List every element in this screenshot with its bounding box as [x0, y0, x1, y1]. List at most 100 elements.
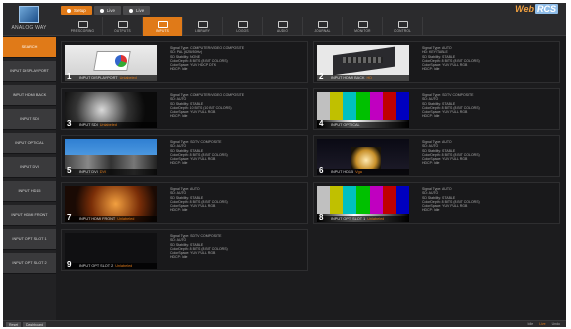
status-strip: Setup Live Live: [61, 6, 151, 15]
input-preview-thumbnail[interactable]: 4 INPUT OPTICAL: [317, 92, 409, 128]
audio-icon: [277, 20, 288, 28]
status-label: Live: [136, 8, 145, 13]
sidebar-item-search[interactable]: SEARCH: [3, 37, 56, 58]
sidebar-item-sdi[interactable]: INPUT SDI: [3, 109, 56, 130]
input-name: INPUT SDI Unlabeled: [79, 123, 117, 127]
tool-label: AUDIO: [276, 28, 289, 33]
sidebar-item-hdmi-front[interactable]: INPUT HDMI FRONT: [3, 205, 56, 226]
sidebar-item-optical[interactable]: INPUT OPTICAL: [3, 133, 56, 154]
tool-logos[interactable]: LOGOS: [223, 17, 263, 36]
input-preview-thumbnail[interactable]: 6 INPUT HD15 Vga: [317, 139, 409, 175]
logo-icon: [19, 6, 39, 23]
tool-label: LOGOS: [236, 28, 249, 33]
input-tag: DVI: [99, 170, 107, 174]
brand-badge: RCS: [534, 4, 558, 14]
header: ANALOG WAY Setup Live Live Web RCS PRESCO…: [3, 3, 566, 36]
input-name: INPUT DISPLAYPORT Unlabeled: [79, 76, 137, 80]
input-signal-info: Signal Type: AUTO SD: AUTO SD Stability: S…: [170, 187, 305, 213]
sidebar-item-opt-slot-2[interactable]: INPUT OPT SLOT 2: [3, 253, 56, 274]
status-dot-icon: [129, 8, 134, 13]
sidebar-item-opt-slot-1[interactable]: INPUT OPT SLOT 1: [3, 229, 56, 250]
input-name-text: INPUT DISPLAYPORT: [79, 76, 118, 80]
input-name-text: INPUT HD15: [331, 170, 354, 174]
tool-label: OUTPUTS: [114, 28, 131, 33]
input-card[interactable]: 2 INPUT HDMI BACK HD Signal Type: AUTO HD: K…: [313, 41, 560, 83]
tool-inputs[interactable]: INPUTS: [143, 17, 183, 36]
status-live-2[interactable]: Live: [123, 6, 151, 15]
input-tag: Unlabeled: [117, 217, 135, 221]
input-tag: Unlabeled: [367, 217, 385, 221]
input-signal-info: Signal Type: SDTV COMPOSITE SD: AUTO SD St…: [170, 140, 305, 166]
dashboard-button[interactable]: Dashboard: [23, 322, 47, 327]
input-preview-thumbnail[interactable]: 1 INPUT DISPLAYPORT Unlabeled: [65, 45, 157, 81]
tool-journal[interactable]: JOURNAL: [303, 17, 343, 36]
tool-label: LIBRARY: [195, 28, 210, 33]
footer: Reset Dashboard Idle Live Undo: [3, 320, 566, 327]
input-preview-thumbnail[interactable]: 3 INPUT SDI Unlabeled: [65, 92, 157, 128]
input-card[interactable]: 4 INPUT OPTICAL Signal Type: SDTV COMPOSIT…: [313, 88, 560, 130]
signal-info-line: HDCP: Idle: [422, 114, 440, 119]
tool-prescoring[interactable]: PRESCORING: [63, 17, 103, 36]
input-number: 1: [67, 72, 72, 81]
input-preview-thumbnail[interactable]: 9 INPUT OPT SLOT 2 Unlabeled: [65, 233, 157, 269]
brand-label: Web RCS: [515, 4, 558, 14]
input-signal-info: Signal Type: AUTO SD: AUTO SD Stability: S…: [422, 187, 557, 213]
tool-outputs[interactable]: OUTPUTS: [103, 17, 143, 36]
sidebar-item-dvi[interactable]: INPUT DVI: [3, 157, 56, 178]
sidebar-item-hd15[interactable]: INPUT HD15: [3, 181, 56, 202]
logo-text: ANALOG WAY: [11, 25, 47, 31]
logo-icon: [237, 20, 248, 28]
input-name-text: INPUT OPT SLOT 2: [79, 264, 114, 268]
input-name-text: INPUT SDI: [79, 123, 98, 127]
input-card[interactable]: 9 INPUT OPT SLOT 2 Unlabeled Signal Type: S…: [61, 229, 308, 271]
brand-prefix: Web: [515, 4, 534, 14]
reset-button[interactable]: Reset: [6, 322, 22, 327]
logo: ANALOG WAY: [5, 5, 53, 35]
input-signal-info: Signal Type: SDTV COMPOSITE SD: AUTO SD St…: [170, 234, 305, 260]
input-card[interactable]: 6 INPUT HD15 Vga Signal Type: AUTO SD: AUTO S…: [313, 135, 560, 177]
signal-info-line: HDCP: Idle: [170, 208, 188, 213]
input-card[interactable]: 3 INPUT SDI Unlabeled Signal Type: COMPUTER…: [61, 88, 308, 130]
input-number: 5: [67, 166, 72, 175]
input-preview-thumbnail[interactable]: 2 INPUT HDMI BACK HD: [317, 45, 409, 81]
input-preview-thumbnail[interactable]: 5 INPUT DVI DVI: [65, 139, 157, 175]
sidebar-item-hdmi-back[interactable]: INPUT HDMI BACK: [3, 85, 56, 106]
input-card[interactable]: 5 INPUT DVI DVI Signal Type: SDTV COMPOSITE…: [61, 135, 308, 177]
input-tag: Unlabeled: [119, 76, 137, 80]
status-dot-icon: [67, 8, 71, 13]
input-preview-thumbnail[interactable]: 8 INPUT OPT SLOT 1 Unlabeled: [317, 186, 409, 222]
footer-status-idle: Idle: [527, 322, 534, 326]
tool-label: JOURNAL: [314, 28, 331, 33]
signal-info-line: HDCP: Idle: [422, 208, 440, 213]
input-signal-info: Signal Type: COMPUTER/VIDEO COMPOSITE SD:…: [170, 93, 305, 119]
gear-icon: [397, 20, 408, 28]
signal-info-line: HDCP: Idle: [422, 67, 440, 72]
tool-monitor[interactable]: MONITOR: [343, 17, 383, 36]
input-signal-info: Signal Type: COMPUTER/VIDEO COMPOSITE SD:…: [170, 46, 305, 72]
input-name: INPUT DVI DVI: [79, 170, 106, 174]
input-signal-info: Signal Type: AUTO SD: AUTO SD Stability: S…: [422, 140, 557, 166]
monitor-icon: [77, 20, 88, 28]
sidebar-item-displayport[interactable]: INPUT DISPLAYPORT: [3, 61, 56, 82]
input-name-text: INPUT OPT SLOT 1: [331, 217, 366, 221]
footer-status-undo: Undo: [551, 322, 560, 326]
input-tag: Unlabeled: [115, 264, 133, 268]
status-setup[interactable]: Setup: [61, 6, 92, 15]
input-name-text: INPUT HDMI BACK: [331, 76, 365, 80]
input-icon: [157, 20, 168, 28]
input-preview-thumbnail[interactable]: 7 INPUT HDMI FRONT Unlabeled: [65, 186, 157, 222]
status-live-1[interactable]: Live: [93, 6, 122, 15]
library-icon: [197, 20, 208, 28]
tool-audio[interactable]: AUDIO: [263, 17, 303, 36]
input-card[interactable]: 7 INPUT HDMI FRONT Unlabeled Signal Type: A…: [61, 182, 308, 224]
input-grid: 1 INPUT DISPLAYPORT Unlabeled Signal Type: …: [61, 41, 560, 305]
tool-library[interactable]: LIBRARY: [183, 17, 223, 36]
input-card[interactable]: 1 INPUT DISPLAYPORT Unlabeled Signal Type: …: [61, 41, 308, 83]
input-number: 4: [319, 119, 324, 128]
input-name: INPUT HDMI BACK HD: [331, 76, 372, 80]
tool-control[interactable]: CONTROL: [383, 17, 423, 36]
input-card[interactable]: 8 INPUT OPT SLOT 1 Unlabeled Signal Type: A…: [313, 182, 560, 224]
status-label: Live: [106, 8, 116, 13]
tool-label: PRESCORING: [70, 28, 95, 33]
input-tag: Vga: [355, 170, 362, 174]
